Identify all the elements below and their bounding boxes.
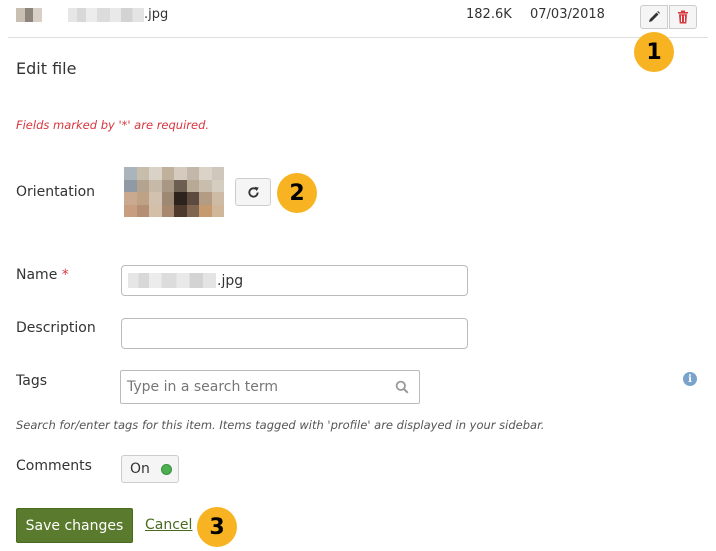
page-title: Edit file [16, 59, 77, 78]
file-date: 07/03/2018 [530, 7, 605, 22]
cancel-link[interactable]: Cancel [145, 517, 192, 533]
name-label-text: Name [16, 267, 58, 283]
comments-toggle[interactable]: On [121, 455, 179, 483]
required-star: * [61, 267, 69, 283]
file-thumbnail [16, 8, 43, 22]
info-icon[interactable]: i [683, 372, 697, 386]
comments-label: Comments [16, 458, 92, 474]
comments-toggle-label: On [130, 461, 150, 477]
name-field[interactable]: .jpg [121, 265, 468, 296]
required-fields-note: Fields marked by '*' are required. [16, 118, 210, 132]
image-preview [124, 167, 224, 217]
rotate-button[interactable] [235, 178, 271, 206]
divider [8, 37, 708, 38]
toggle-indicator [160, 463, 172, 475]
callout-badge-3: 3 [197, 507, 237, 547]
name-value-redacted [128, 273, 216, 288]
file-name[interactable]: .jpg [68, 7, 168, 22]
save-changes-button[interactable]: Save changes [16, 508, 133, 543]
orientation-label: Orientation [16, 184, 96, 200]
tags-help-text: Search for/enter tags for this item. Ite… [16, 418, 545, 432]
callout-badge-2: 2 [277, 173, 317, 213]
edit-button[interactable] [640, 5, 668, 29]
name-label: Name * [16, 267, 69, 283]
tags-label: Tags [16, 373, 47, 389]
trash-icon [677, 10, 689, 24]
description-field[interactable] [121, 318, 468, 349]
file-name-redacted [68, 7, 144, 22]
tags-search-input[interactable]: Type in a search term [120, 370, 420, 404]
rotate-icon [247, 186, 260, 199]
file-name-suffix: .jpg [144, 7, 169, 22]
callout-badge-1: 1 [634, 32, 674, 72]
pencil-icon [647, 10, 661, 24]
file-size: 182.6K [466, 7, 512, 22]
search-icon [395, 380, 409, 394]
name-value-suffix: .jpg [217, 272, 244, 289]
description-label: Description [16, 320, 96, 336]
tags-placeholder: Type in a search term [127, 379, 279, 395]
delete-button[interactable] [669, 5, 697, 29]
